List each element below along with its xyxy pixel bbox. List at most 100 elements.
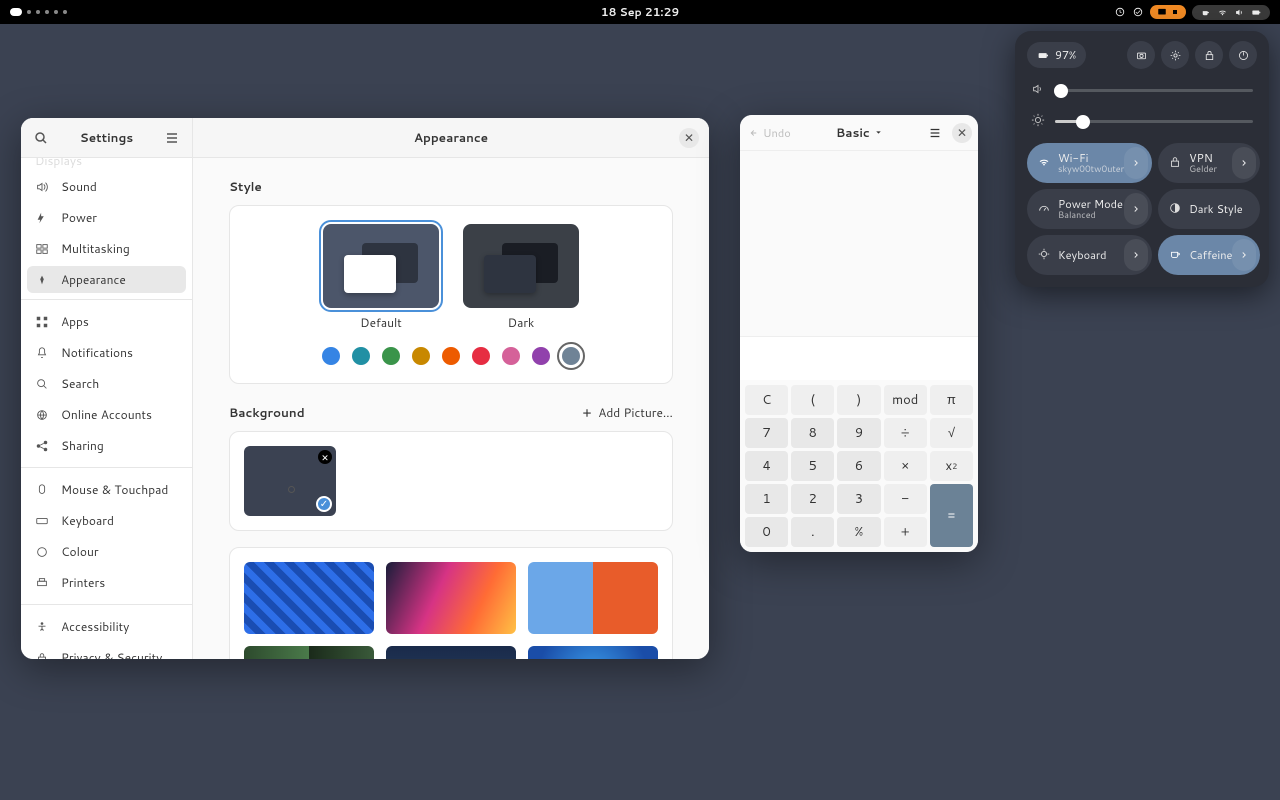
calculator-entry[interactable] [740,336,978,380]
lock-button[interactable] [1195,41,1223,69]
close-button[interactable]: ✕ [679,128,699,148]
caffeine-toggle[interactable]: Caffeine [1158,235,1260,275]
keyboard-toggle[interactable]: Keyboard [1027,235,1152,275]
alarm-icon[interactable] [1114,6,1126,18]
key-9[interactable]: 9 [837,418,880,448]
wallpaper-thumb[interactable] [386,562,516,634]
key-8[interactable]: 8 [791,418,834,448]
sidebar-item-displays[interactable]: Displays [21,158,192,171]
wallpaper-thumb[interactable] [244,646,374,659]
sidebar-item-power[interactable]: Power [21,202,192,233]
sidebar-item-appearance[interactable]: Appearance [27,266,186,293]
settings-nav[interactable]: Displays Sound Power Multitasking Appear… [21,158,192,659]
wallpaper-thumb[interactable] [528,646,658,659]
workspace-dot[interactable] [63,10,67,14]
battery-pill[interactable]: 97% [1027,42,1086,68]
menu-icon[interactable] [164,130,180,146]
key-square[interactable]: x2 [930,451,973,481]
sidebar-item-sound[interactable]: Sound [21,171,192,202]
key-mod[interactable]: mod [884,385,927,415]
dark-style-toggle[interactable]: Dark Style [1158,189,1260,229]
sidebar-item-online-accounts[interactable]: Online Accounts [21,399,192,430]
workspace-dot[interactable] [27,10,31,14]
current-wallpaper[interactable]: ✕ ✓ [244,446,336,516]
accent-red[interactable] [472,347,490,365]
key-multiply[interactable]: × [884,451,927,481]
close-button[interactable]: ✕ [952,123,972,143]
sidebar-item-search[interactable]: Search [21,368,192,399]
volume-slider[interactable] [1055,89,1253,92]
power-button[interactable] [1229,41,1257,69]
workspace-dot[interactable] [45,10,49,14]
key-4[interactable]: 4 [745,451,788,481]
wifi-toggle[interactable]: Wi-Fiskyw00tw0uter [1027,143,1152,183]
style-dark[interactable]: Dark [463,224,579,331]
chevron-right-icon[interactable] [1232,147,1256,179]
accent-blue[interactable] [322,347,340,365]
power-mode-toggle[interactable]: Power ModeBalanced [1027,189,1152,229]
mode-dropdown[interactable]: Basic [836,124,883,141]
sidebar-item-mouse[interactable]: Mouse & Touchpad [21,474,192,505]
key-subtract[interactable]: − [884,484,927,514]
remove-wallpaper-button[interactable]: ✕ [318,450,332,464]
key-0[interactable]: 0 [745,517,788,547]
calculator-history[interactable] [740,151,978,336]
sidebar-item-printers[interactable]: Printers [21,567,192,598]
sidebar-item-keyboard[interactable]: Keyboard [21,505,192,536]
accent-teal[interactable] [352,347,370,365]
screencast-indicator[interactable] [1150,5,1186,19]
sidebar-item-privacy[interactable]: Privacy & Security [21,642,192,659]
vpn-toggle[interactable]: VPNGelder [1158,143,1260,183]
sidebar-item-sharing[interactable]: Sharing [21,430,192,461]
wallpaper-thumb[interactable] [244,562,374,634]
search-icon[interactable] [33,130,49,146]
sidebar-item-notifications[interactable]: Notifications [21,337,192,368]
key-5[interactable]: 5 [791,451,834,481]
menu-icon[interactable] [924,122,946,144]
sidebar-item-accessibility[interactable]: Accessibility [21,611,192,642]
key-divide[interactable]: ÷ [884,418,927,448]
clock[interactable]: 18 Sep 21:29 [601,4,679,20]
key-rparen[interactable]: ) [837,385,880,415]
style-default[interactable]: Default [323,224,439,331]
sidebar-item-apps[interactable]: Apps [21,306,192,337]
key-dot[interactable]: . [791,517,834,547]
accent-pink[interactable] [502,347,520,365]
settings-button[interactable] [1161,41,1189,69]
key-clear[interactable]: C [745,385,788,415]
key-pi[interactable]: π [930,385,973,415]
key-add[interactable]: + [884,517,927,547]
system-tray[interactable] [1192,5,1270,20]
wallpaper-thumb[interactable] [528,562,658,634]
key-1[interactable]: 1 [745,484,788,514]
key-sqrt[interactable]: √ [930,418,973,448]
workspace-dot[interactable] [36,10,40,14]
wallpaper-thumb[interactable] [386,646,516,659]
workspace-dot[interactable] [54,10,58,14]
chevron-right-icon[interactable] [1232,239,1256,271]
add-picture-button[interactable]: Add Picture… [581,404,673,421]
appearance-body[interactable]: Style Default Dark [193,158,709,659]
key-percent[interactable]: % [837,517,880,547]
undo-button[interactable]: Undo [746,125,795,141]
key-lparen[interactable]: ( [791,385,834,415]
screenshot-button[interactable] [1127,41,1155,69]
accent-purple[interactable] [532,347,550,365]
accent-orange[interactable] [442,347,460,365]
key-7[interactable]: 7 [745,418,788,448]
brightness-slider[interactable] [1055,120,1253,123]
accent-slate[interactable] [562,347,580,365]
chevron-right-icon[interactable] [1124,193,1148,225]
check-icon[interactable] [1132,6,1144,18]
accent-yellow[interactable] [412,347,430,365]
key-2[interactable]: 2 [791,484,834,514]
chevron-right-icon[interactable] [1124,147,1148,179]
activities-button[interactable] [10,8,22,16]
accent-green[interactable] [382,347,400,365]
key-equals[interactable]: = [930,484,973,547]
sidebar-item-colour[interactable]: Colour [21,536,192,567]
key-3[interactable]: 3 [837,484,880,514]
key-6[interactable]: 6 [837,451,880,481]
sidebar-item-multitasking[interactable]: Multitasking [21,233,192,264]
chevron-right-icon[interactable] [1124,239,1148,271]
